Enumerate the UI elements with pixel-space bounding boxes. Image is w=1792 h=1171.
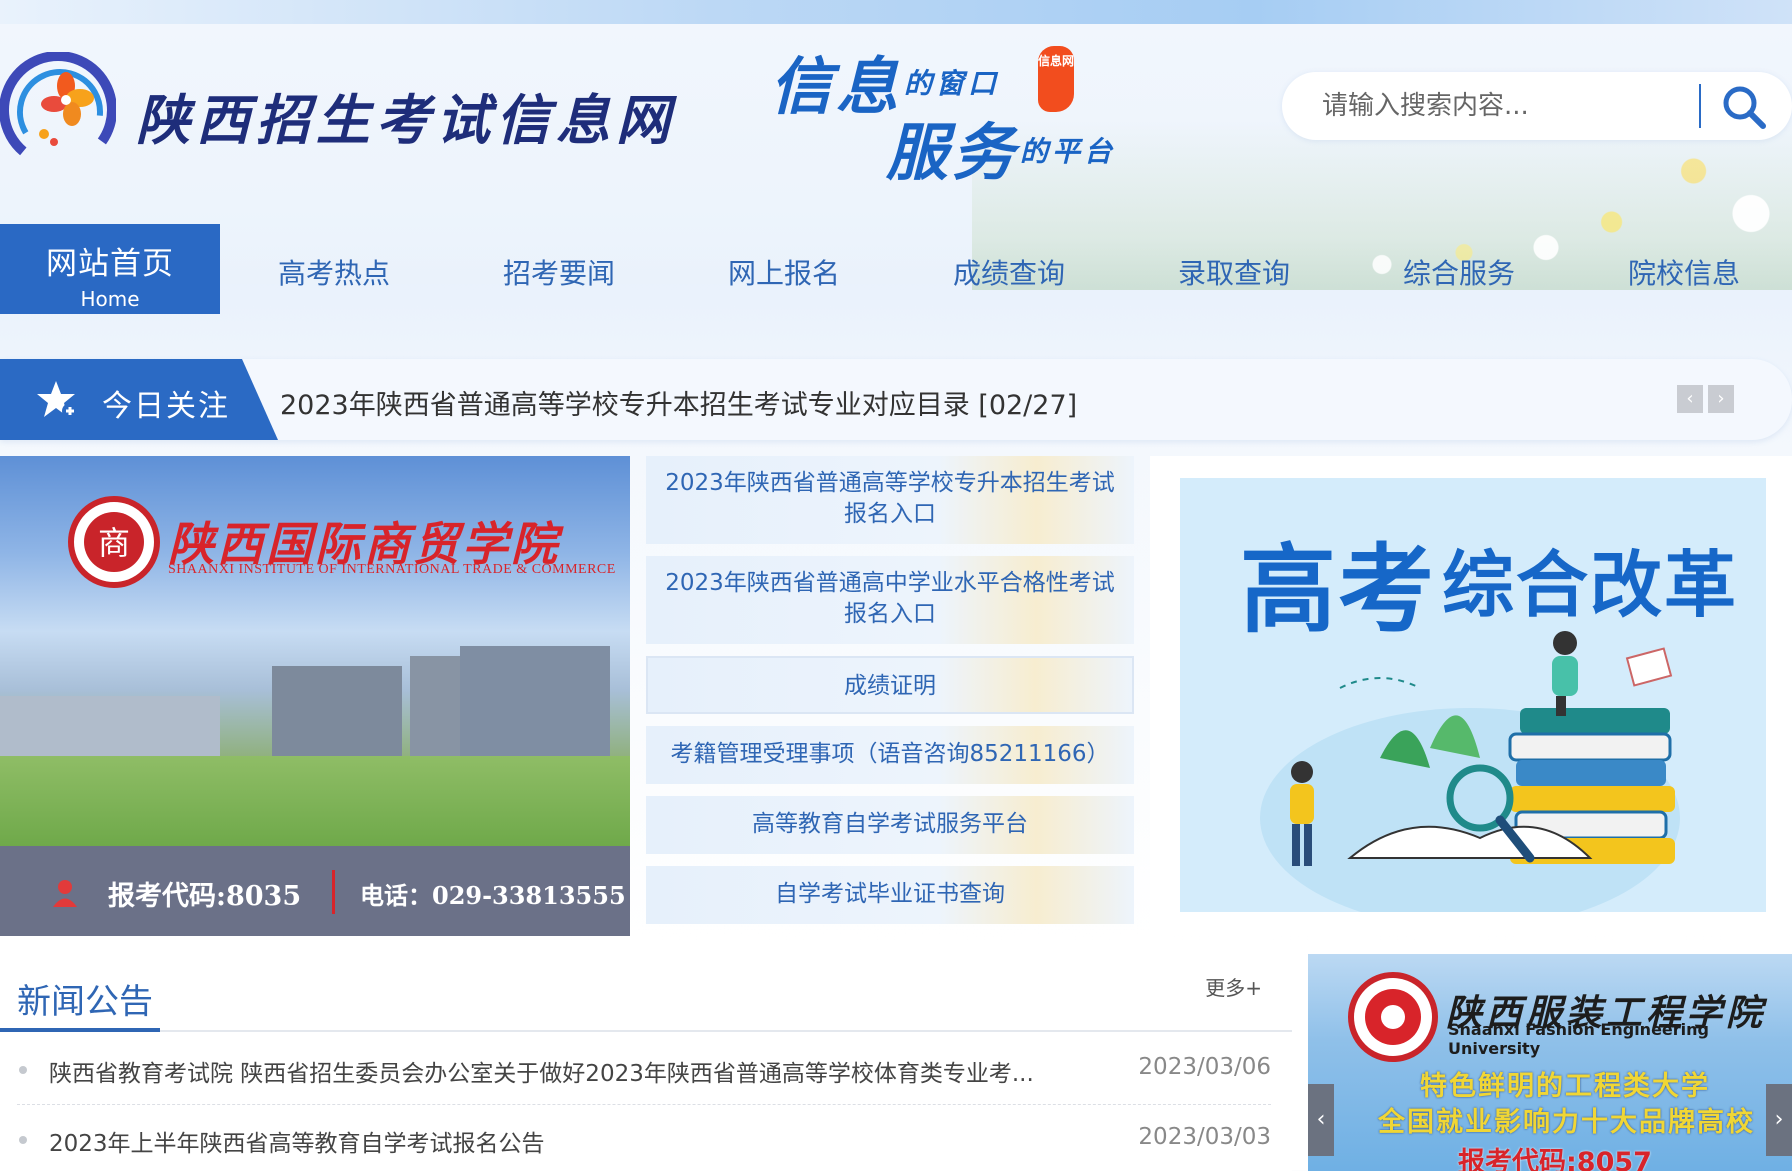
left-ad-banner[interactable]: 商 陕西国际商贸学院 SHAANXI INSTITUTE OF INTERNAT… xyxy=(0,456,630,936)
bullet-icon xyxy=(19,1136,27,1144)
nav-item-services[interactable]: 综合服务 xyxy=(1403,252,1515,292)
person-icon xyxy=(53,880,77,907)
search-icon[interactable] xyxy=(1720,84,1770,130)
right-ad-line3: 报考代码:8057 xyxy=(1458,1147,1652,1171)
quick-link-self-study-platform[interactable]: 高等教育自学考试服务平台 xyxy=(646,796,1134,854)
right-ad-line1: 特色鲜明的工程类大学 xyxy=(1420,1071,1710,1102)
emblem-icon xyxy=(1365,989,1421,1045)
left-banner-phone: 电话：029-33813555 xyxy=(360,881,626,910)
news-item-date: 2023/03/06 xyxy=(1138,1054,1271,1080)
focus-prev-button[interactable]: ‹ xyxy=(1677,385,1703,413)
emblem-icon: 商 xyxy=(84,512,144,572)
right-ad-banner[interactable]: 陕西服装工程学院 Shaanxi Fashion Engineering Uni… xyxy=(1308,954,1792,1171)
news-item[interactable]: 2023年上半年陕西省高等教育自学考试报名公告 2023/03/03 xyxy=(17,1106,1271,1171)
news-item[interactable]: 陕西省教育考试院 陕西省招生委员会办公室关于做好2023年陕西省普通高等学校体育… xyxy=(17,1036,1271,1105)
search-divider xyxy=(1699,84,1701,128)
left-banner-separator xyxy=(332,870,335,914)
news-more-link[interactable]: 更多+ xyxy=(1205,972,1262,1001)
slogan-big-2: 服务 xyxy=(886,116,1019,189)
quick-link-zsb-registration[interactable]: 2023年陕西省普通高等学校专升本招生考试报名入口 xyxy=(646,456,1134,544)
right-ad-next-button[interactable]: › xyxy=(1766,1084,1792,1156)
building xyxy=(0,696,220,756)
search-box xyxy=(1282,72,1792,140)
right-ad-prev-button[interactable]: ‹ xyxy=(1308,1084,1334,1156)
quick-link-student-status[interactable]: 考籍管理受理事项（语音咨询85211166） xyxy=(646,726,1134,784)
nav-item-registration[interactable]: 网上报名 xyxy=(728,252,840,292)
nav-item-admission[interactable]: 录取查询 xyxy=(1178,252,1290,292)
slogan-big-1: 信息 xyxy=(770,50,903,123)
quick-link-diploma-lookup[interactable]: 自学考试毕业证书查询 xyxy=(646,866,1134,924)
bullet-icon xyxy=(19,1066,27,1074)
news-title[interactable]: 新闻公告 xyxy=(17,974,153,1023)
main-nav: 网站首页 Home 高考热点 招考要闻 网上报名 成绩查询 录取查询 综合服务 … xyxy=(0,224,1792,314)
site-logo-icon[interactable] xyxy=(0,52,116,168)
focus-next-button[interactable]: › xyxy=(1708,385,1734,413)
slogan-small-1: 的窗口 xyxy=(904,67,1001,100)
right-ad-school-en: Shaanxi Fashion Engineering University xyxy=(1448,1020,1709,1058)
school-emblem: 商 xyxy=(68,496,160,588)
nav-item-news[interactable]: 招考要闻 xyxy=(503,252,615,292)
quick-link-score-certificate[interactable]: 成绩证明 xyxy=(646,656,1134,714)
nav-home[interactable]: 网站首页 Home xyxy=(0,224,220,314)
slogan-small-2: 的平台 xyxy=(1020,135,1117,168)
quick-link-xueye-registration[interactable]: 2023年陕西省普通高中学业水平合格性考试报名入口 xyxy=(646,556,1134,644)
search-input[interactable] xyxy=(1322,72,1662,140)
today-focus-headline[interactable]: 2023年陕西省普通高等学校专升本招生考试专业对应目录 [02/27] xyxy=(280,383,1077,422)
news-rule xyxy=(0,1030,1292,1032)
left-banner-school-en: SHAANXI INSTITUTE OF INTERNATIONAL TRADE… xyxy=(168,562,616,577)
nav-item-colleges[interactable]: 院校信息 xyxy=(1628,252,1740,292)
gaokao-reform-banner[interactable]: 高考 综合改革 xyxy=(1150,456,1792,934)
news-item-title: 陕西省教育考试院 陕西省招生委员会办公室关于做好2023年陕西省普通高等学校体育… xyxy=(49,1061,1034,1087)
nav-item-scores[interactable]: 成绩查询 xyxy=(953,252,1065,292)
news-title-underline xyxy=(0,1028,160,1032)
site-title[interactable]: 陕西招生考试信息网 xyxy=(136,76,676,155)
news-section: 新闻公告 更多+ 陕西省教育考试院 陕西省招生委员会办公室关于做好2023年陕西… xyxy=(0,954,1292,1171)
svg-text:商: 商 xyxy=(98,524,130,562)
slogan-seal: 信息网 xyxy=(1038,46,1074,112)
slogan: 信息 的窗口 信息网 服务 的平台 xyxy=(770,36,1130,189)
gaokao-reform-art: 高考 综合改革 xyxy=(1180,478,1766,912)
today-focus-label: 今日关注 xyxy=(102,389,230,424)
nav-item-gaokao-hot[interactable]: 高考热点 xyxy=(278,252,390,292)
top-decor-strip xyxy=(0,0,1792,24)
lawn xyxy=(0,756,630,846)
today-focus-bar: 今日关注 2023年陕西省普通高等学校专升本招生考试专业对应目录 [02/27]… xyxy=(0,359,1792,440)
nav-home-label: 网站首页 xyxy=(46,246,174,282)
nav-home-en-label: Home xyxy=(80,287,140,311)
news-item-date: 2023/03/03 xyxy=(1138,1124,1271,1150)
today-focus-tag: 今日关注 xyxy=(0,359,278,440)
left-banner-code: 报考代码:8035 xyxy=(108,881,302,912)
reading-illustration xyxy=(1260,631,1680,912)
right-ad-line2: 全国就业影响力十大品牌高校 xyxy=(1378,1107,1755,1138)
school-emblem xyxy=(1348,972,1438,1062)
news-item-title: 2023年上半年陕西省高等教育自学考试报名公告 xyxy=(49,1131,545,1157)
star-icon xyxy=(37,381,78,419)
